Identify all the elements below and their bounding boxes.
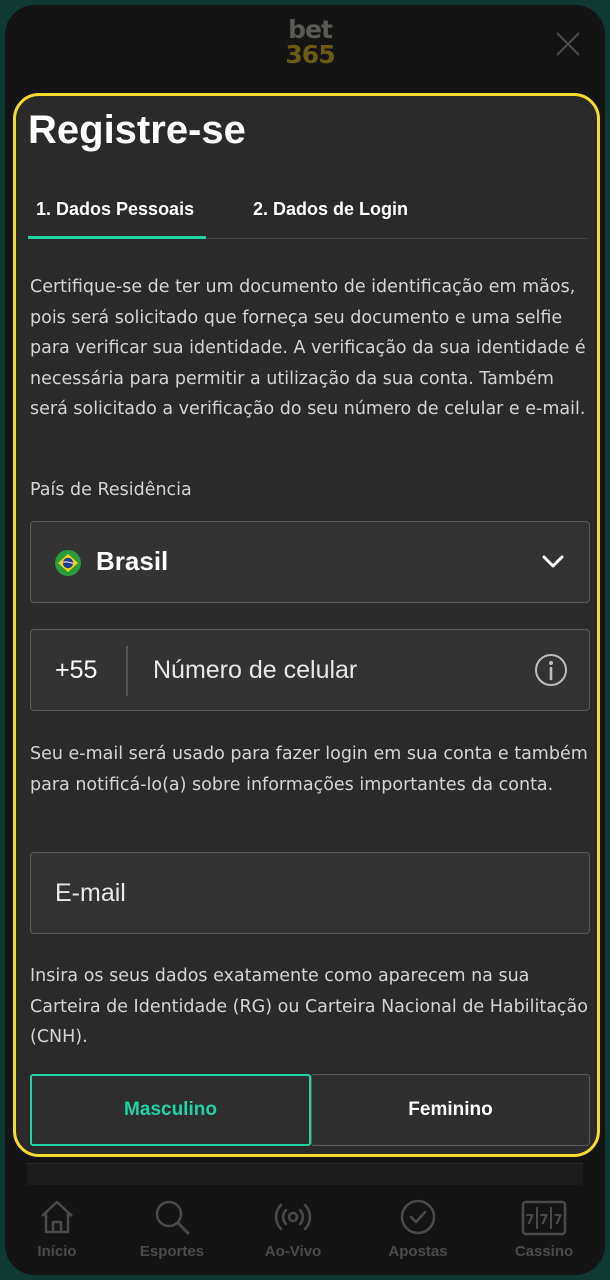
email-field[interactable]: E-mail	[30, 852, 590, 934]
country-value: Brasil	[96, 546, 169, 576]
svg-text:7: 7	[539, 1213, 548, 1228]
bottom-nav: Início Esportes Ao-Vivo Apostas 7 7 7 Ca…	[5, 1185, 605, 1275]
svg-text:7: 7	[553, 1213, 562, 1228]
nav-sports-label: Esportes	[139, 1243, 205, 1260]
page-title: Registre-se	[28, 108, 246, 152]
intro-text: Certifique-se de ter um documento de ide…	[30, 277, 586, 419]
step-tabs: 1. Dados Pessoais 2. Dados de Login	[28, 191, 588, 239]
tab-login-data[interactable]: 2. Dados de Login	[253, 199, 408, 220]
phone-field[interactable]: +55 Número de celular	[30, 629, 590, 711]
id-note: Insira os seus dados exatamente como apa…	[30, 966, 588, 1047]
bet365-logo: bet 365	[275, 17, 345, 67]
search-icon	[155, 1200, 190, 1235]
registration-panel: Registre-se 1. Dados Pessoais 2. Dados d…	[13, 93, 600, 1157]
active-tab-indicator	[28, 236, 206, 239]
brazil-flag-icon	[55, 550, 81, 576]
slot-machine-icon: 7 7 7	[521, 1200, 567, 1236]
phone-prefix: +55	[55, 656, 98, 684]
gender-male-button[interactable]: Masculino	[30, 1074, 311, 1146]
prefix-divider	[126, 646, 128, 696]
nav-casino[interactable]: 7 7 7 Cassino	[489, 1197, 599, 1260]
nav-live-label: Ao-Vivo	[264, 1243, 322, 1260]
top-bar: bet 365	[5, 5, 605, 95]
nav-live[interactable]: Ao-Vivo	[238, 1197, 348, 1260]
close-icon[interactable]	[555, 31, 581, 57]
email-note: Seu e-mail será usado para fazer login e…	[30, 744, 588, 795]
chevron-down-icon	[542, 555, 564, 568]
nav-home[interactable]: Início	[5, 1197, 112, 1260]
nav-sports[interactable]: Esportes	[117, 1197, 227, 1260]
tab-personal-data[interactable]: 1. Dados Pessoais	[36, 199, 194, 220]
logo-line2: 365	[285, 40, 335, 69]
svg-text:7: 7	[525, 1213, 534, 1228]
nav-casino-label: Cassino	[514, 1243, 574, 1260]
nav-bets[interactable]: Apostas	[363, 1197, 473, 1260]
info-icon[interactable]	[534, 653, 568, 687]
phone-frame: bet 365 Registre-se 1. Dados Pessoais 2.…	[0, 0, 610, 1280]
phone-input[interactable]: Número de celular	[153, 656, 357, 685]
check-circle-icon	[400, 1199, 436, 1235]
live-broadcast-icon	[274, 1203, 312, 1231]
app-screen: bet 365 Registre-se 1. Dados Pessoais 2.…	[5, 5, 605, 1275]
nav-home-label: Início	[37, 1243, 77, 1260]
email-input[interactable]: E-mail	[55, 879, 126, 908]
gender-female-button[interactable]: Feminino	[311, 1074, 590, 1146]
logo-line1: bet	[288, 15, 333, 44]
country-label: País de Residência	[30, 480, 192, 500]
home-icon	[41, 1200, 73, 1234]
nav-bets-label: Apostas	[388, 1243, 448, 1260]
country-select[interactable]: Brasil	[30, 521, 590, 603]
